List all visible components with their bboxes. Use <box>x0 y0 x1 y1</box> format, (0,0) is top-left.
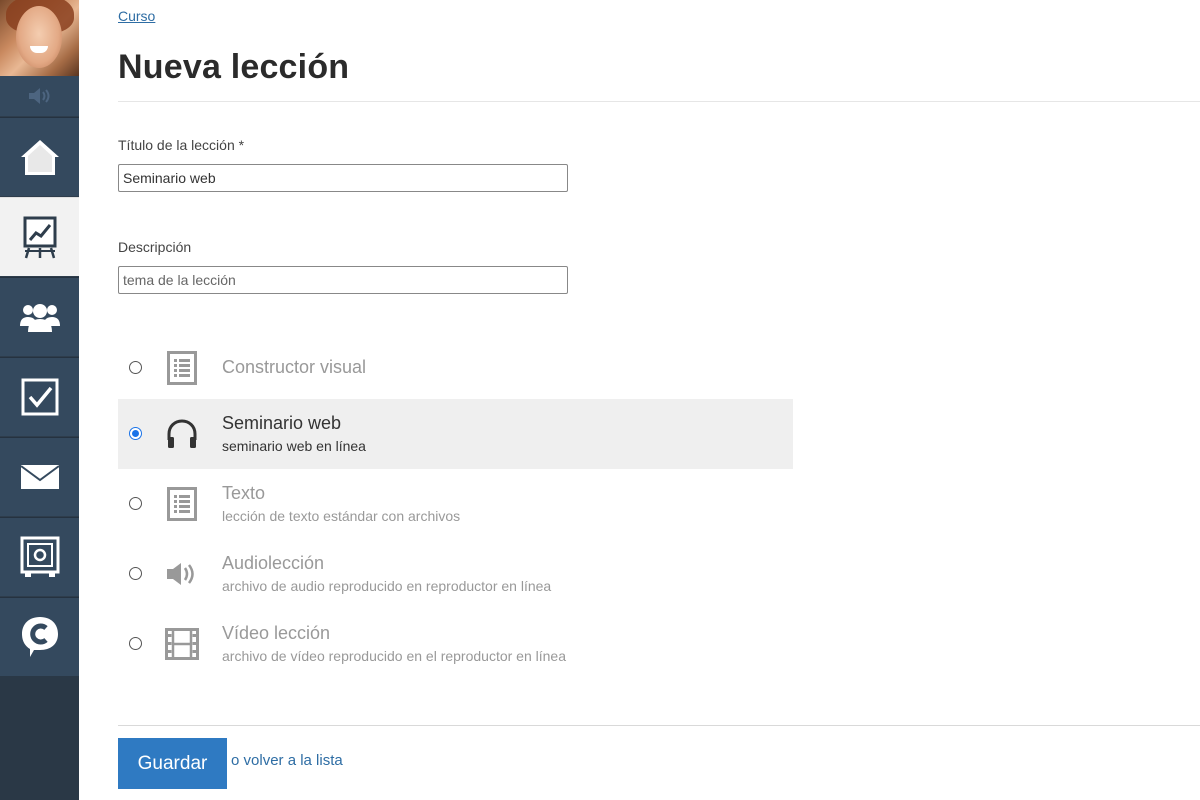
option-description: archivo de vídeo reproducido en el repro… <box>222 648 566 664</box>
radio-video[interactable] <box>129 637 142 650</box>
mail-icon <box>19 465 60 489</box>
sidebar-item-tasks[interactable] <box>0 357 79 436</box>
lesson-type-visual-builder[interactable]: Constructor visual <box>118 333 793 403</box>
lesson-title-input[interactable] <box>118 164 568 192</box>
page-title: Nueva lección <box>118 48 350 86</box>
option-description: lección de texto estándar con archivos <box>222 508 461 524</box>
radio-visual-builder[interactable] <box>129 361 142 374</box>
title-divider <box>118 101 1200 102</box>
radio-webinar[interactable] <box>129 427 142 440</box>
headphones-icon <box>164 416 200 452</box>
sidebar-item-lessons[interactable] <box>0 197 79 276</box>
lesson-type-audio[interactable]: Audiolección archivo de audio reproducid… <box>118 539 793 609</box>
avatar[interactable] <box>0 0 79 76</box>
breadcrumb-course[interactable]: Curso <box>118 8 155 24</box>
sidebar-item-chat[interactable] <box>0 597 79 676</box>
checkbox-icon <box>21 378 58 416</box>
option-title: Vídeo lección <box>222 623 331 643</box>
option-title: Seminario web <box>222 413 342 433</box>
radio-text[interactable] <box>129 497 142 510</box>
option-description: archivo de audio reproducido en reproduc… <box>222 578 552 594</box>
safe-icon <box>20 536 59 577</box>
speaker-icon <box>28 88 49 104</box>
sidebar-item-messages[interactable] <box>0 437 79 516</box>
users-group-icon <box>19 304 60 332</box>
option-title: Texto <box>222 483 266 503</box>
lesson-type-text[interactable]: Texto lección de texto estándar con arch… <box>118 469 793 539</box>
list-document-icon <box>164 350 200 386</box>
speaker-icon <box>164 556 200 592</box>
description-label: Descripción <box>118 239 192 255</box>
chat-c-icon <box>21 617 58 657</box>
sidebar <box>0 0 79 800</box>
sidebar-item-users[interactable] <box>0 277 79 356</box>
sidebar-item-home[interactable] <box>0 117 79 196</box>
sidebar-item-safe[interactable] <box>0 517 79 596</box>
back-to-list-link[interactable]: volver a la lista <box>244 752 343 769</box>
option-title: Audiolección <box>222 553 325 573</box>
sidebar-bottom <box>0 676 79 800</box>
lesson-description-input[interactable] <box>118 266 568 294</box>
sound-toggle[interactable] <box>0 76 79 116</box>
option-title: Constructor visual <box>222 357 367 377</box>
back-row: o volver a la lista <box>231 752 343 769</box>
home-icon <box>20 140 59 175</box>
radio-audio[interactable] <box>129 567 142 580</box>
title-label: Título de la lección * <box>118 137 245 153</box>
list-document-icon <box>164 486 200 522</box>
film-icon <box>164 626 200 662</box>
avatar-face <box>16 6 62 68</box>
lesson-type-video[interactable]: Vídeo lección archivo de vídeo reproduci… <box>118 609 793 679</box>
presentation-chart-icon <box>23 216 56 259</box>
save-button[interactable]: Guardar <box>118 738 227 789</box>
footer-divider <box>118 725 1200 726</box>
lesson-type-webinar[interactable]: Seminario web seminario web en línea <box>118 399 793 469</box>
option-description: seminario web en línea <box>222 438 366 454</box>
or-text: o <box>231 752 240 769</box>
